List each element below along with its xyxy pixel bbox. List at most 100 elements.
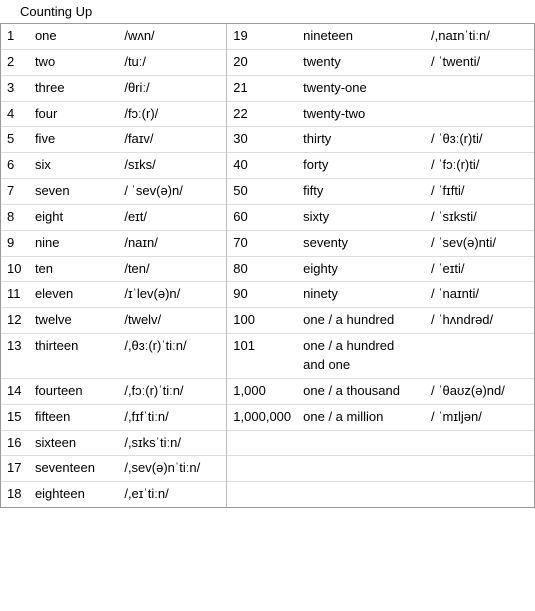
right-word: one / a million [297, 404, 425, 430]
right-number: 90 [227, 282, 297, 308]
table-row: 5 five /faɪv/ 30 thirty / ˈθɜː(r)ti/ [1, 127, 534, 153]
left-number: 1 [1, 24, 29, 49]
right-number: 80 [227, 256, 297, 282]
right-pronunciation [425, 456, 534, 482]
left-word: twelve [29, 308, 118, 334]
left-number: 15 [1, 404, 29, 430]
right-number [227, 456, 297, 482]
page-title: Counting Up [0, 0, 535, 24]
left-number: 17 [1, 456, 29, 482]
left-pronunciation: /tuː/ [118, 49, 226, 75]
left-pronunciation: /ten/ [118, 256, 226, 282]
right-pronunciation [425, 75, 534, 101]
left-pronunciation: /,sev(ə)nˈtiːn/ [118, 456, 226, 482]
right-word: one / a hundred and one [297, 334, 425, 379]
right-word [297, 456, 425, 482]
right-pronunciation: / ˈsev(ə)nti/ [425, 230, 534, 256]
right-number: 100 [227, 308, 297, 334]
right-number: 40 [227, 153, 297, 179]
right-word: thirty [297, 127, 425, 153]
left-word: thirteen [29, 334, 118, 379]
right-pronunciation: / ˈfɔː(r)ti/ [425, 153, 534, 179]
table-row: 13 thirteen /,θɜː(r)ˈtiːn/ 101 one / a h… [1, 334, 534, 379]
left-number: 16 [1, 430, 29, 456]
left-number: 13 [1, 334, 29, 379]
right-word: fifty [297, 179, 425, 205]
table-row: 3 three /θriː/ 21 twenty-one [1, 75, 534, 101]
left-pronunciation: /,sɪksˈtiːn/ [118, 430, 226, 456]
table-row: 9 nine /naɪn/ 70 seventy / ˈsev(ə)nti/ [1, 230, 534, 256]
left-pronunciation: /,fɔː(r)ˈtiːn/ [118, 378, 226, 404]
left-word: eighteen [29, 482, 118, 507]
left-word: three [29, 75, 118, 101]
table-row: 2 two /tuː/ 20 twenty / ˈtwenti/ [1, 49, 534, 75]
right-pronunciation [425, 101, 534, 127]
left-pronunciation: /sɪks/ [118, 153, 226, 179]
left-number: 7 [1, 179, 29, 205]
right-pronunciation: / ˈfɪfti/ [425, 179, 534, 205]
table-row: 7 seven / ˈsev(ə)n/ 50 fifty / ˈfɪfti/ [1, 179, 534, 205]
left-number: 5 [1, 127, 29, 153]
left-word: six [29, 153, 118, 179]
left-number: 2 [1, 49, 29, 75]
right-number: 70 [227, 230, 297, 256]
right-word: eighty [297, 256, 425, 282]
left-pronunciation: /naɪn/ [118, 230, 226, 256]
right-number: 22 [227, 101, 297, 127]
left-pronunciation: /faɪv/ [118, 127, 226, 153]
left-number: 3 [1, 75, 29, 101]
right-number: 20 [227, 49, 297, 75]
left-word: four [29, 101, 118, 127]
right-pronunciation: / ˈsɪksti/ [425, 204, 534, 230]
right-pronunciation [425, 334, 534, 379]
right-number: 50 [227, 179, 297, 205]
right-word: seventy [297, 230, 425, 256]
left-pronunciation: /,fɪfˈtiːn/ [118, 404, 226, 430]
left-number: 14 [1, 378, 29, 404]
right-word: twenty-two [297, 101, 425, 127]
table-row: 8 eight /eɪt/ 60 sixty / ˈsɪksti/ [1, 204, 534, 230]
right-number: 1,000,000 [227, 404, 297, 430]
right-pronunciation: / ˈtwenti/ [425, 49, 534, 75]
left-pronunciation: /wʌn/ [118, 24, 226, 49]
table-row: 17 seventeen /,sev(ə)nˈtiːn/ [1, 456, 534, 482]
right-pronunciation: / ˈθaʊz(ə)nd/ [425, 378, 534, 404]
table-row: 16 sixteen /,sɪksˈtiːn/ [1, 430, 534, 456]
right-pronunciation: / ˈmɪljən/ [425, 404, 534, 430]
right-word: twenty [297, 49, 425, 75]
table-row: 6 six /sɪks/ 40 forty / ˈfɔː(r)ti/ [1, 153, 534, 179]
right-number: 19 [227, 24, 297, 49]
left-word: fourteen [29, 378, 118, 404]
table-row: 14 fourteen /,fɔː(r)ˈtiːn/ 1,000 one / a… [1, 378, 534, 404]
right-number: 21 [227, 75, 297, 101]
left-word: sixteen [29, 430, 118, 456]
right-pronunciation: / ˈeɪti/ [425, 256, 534, 282]
right-number: 101 [227, 334, 297, 379]
right-word: one / a thousand [297, 378, 425, 404]
left-word: nine [29, 230, 118, 256]
right-number: 1,000 [227, 378, 297, 404]
right-pronunciation: / ˈθɜː(r)ti/ [425, 127, 534, 153]
left-word: five [29, 127, 118, 153]
left-number: 12 [1, 308, 29, 334]
table-row: 1 one /wʌn/ 19 nineteen /,naɪnˈtiːn/ [1, 24, 534, 49]
left-pronunciation: /twelv/ [118, 308, 226, 334]
left-word: fifteen [29, 404, 118, 430]
left-pronunciation: /eɪt/ [118, 204, 226, 230]
right-pronunciation: /,naɪnˈtiːn/ [425, 24, 534, 49]
left-number: 11 [1, 282, 29, 308]
left-pronunciation: /ɪˈlev(ə)n/ [118, 282, 226, 308]
right-number [227, 482, 297, 507]
table-row: 4 four /fɔː(r)/ 22 twenty-two [1, 101, 534, 127]
right-number: 60 [227, 204, 297, 230]
left-number: 8 [1, 204, 29, 230]
left-word: ten [29, 256, 118, 282]
left-word: seventeen [29, 456, 118, 482]
right-pronunciation [425, 430, 534, 456]
left-word: seven [29, 179, 118, 205]
right-pronunciation: / ˈhʌndrəd/ [425, 308, 534, 334]
right-pronunciation: / ˈnaɪnti/ [425, 282, 534, 308]
left-number: 18 [1, 482, 29, 507]
left-word: eleven [29, 282, 118, 308]
right-number: 30 [227, 127, 297, 153]
